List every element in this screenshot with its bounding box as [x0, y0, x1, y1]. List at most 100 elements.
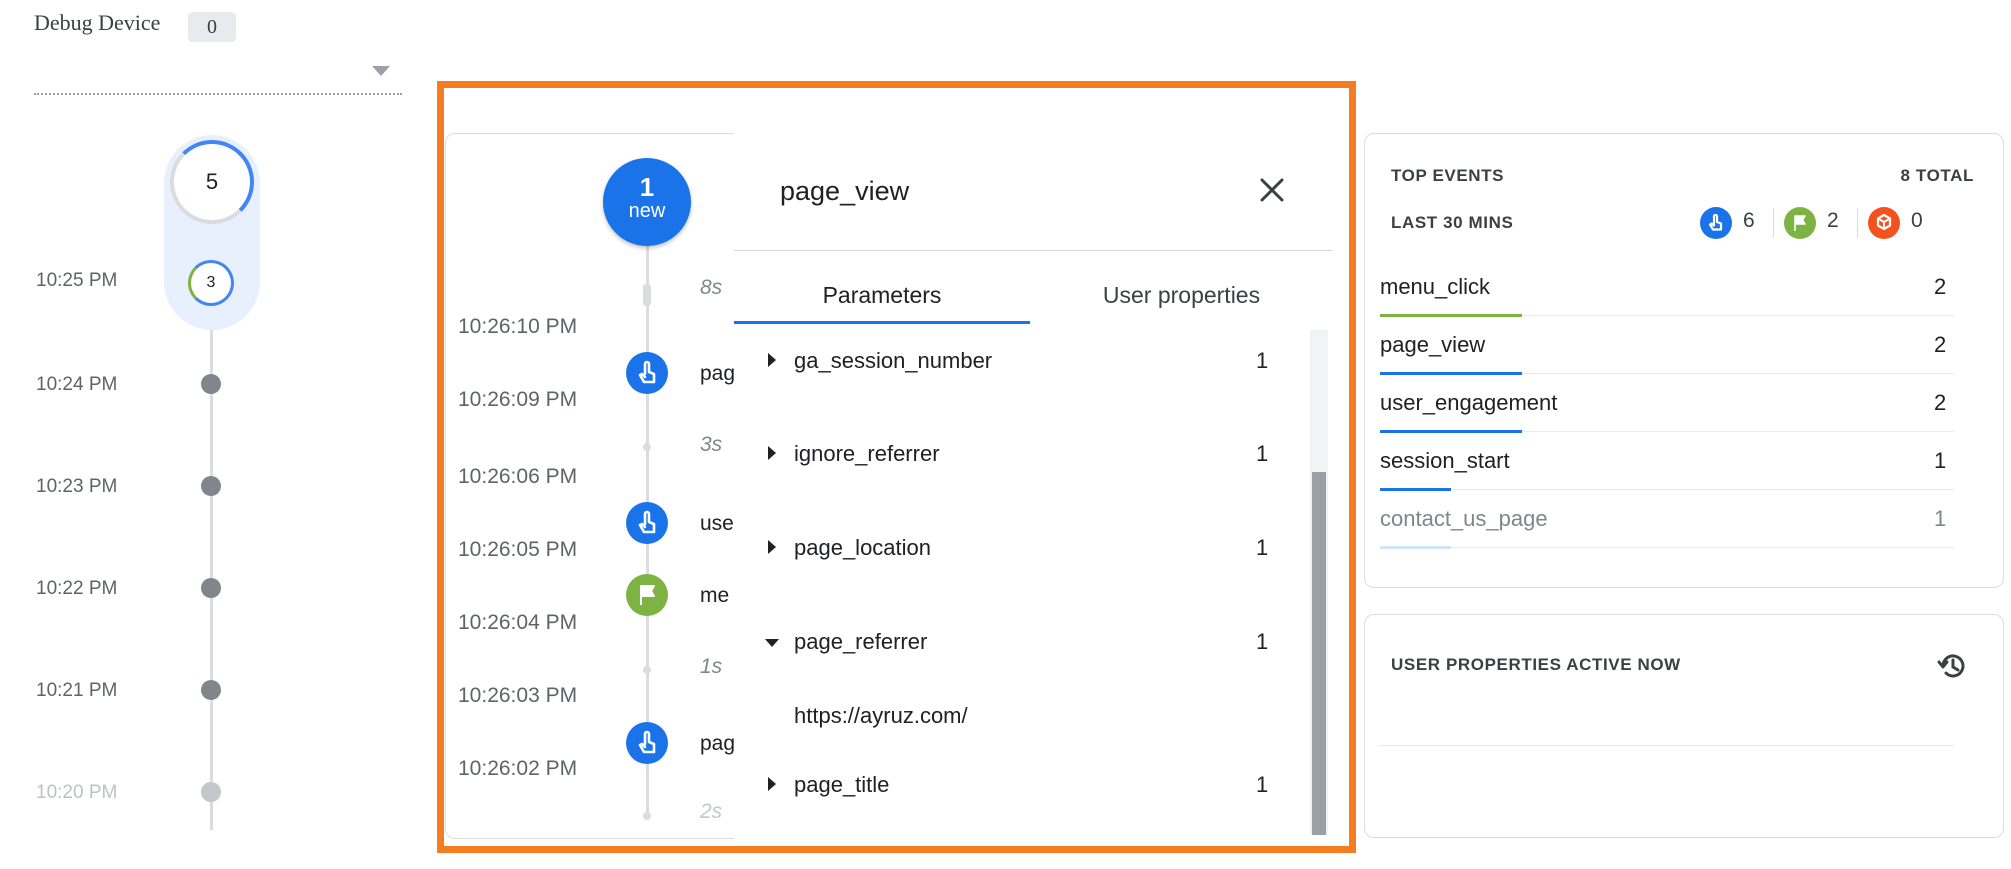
parameters-scrollbar-thumb[interactable]	[1312, 472, 1326, 835]
top-event-share-bar	[1380, 314, 1522, 317]
timeline-event-label[interactable]: pag	[700, 362, 735, 386]
flag-icon[interactable]	[626, 574, 668, 616]
debug-device-label: Debug Device	[34, 10, 161, 35]
minute-dot[interactable]	[201, 782, 221, 802]
expand-arrow-icon[interactable]	[768, 353, 776, 367]
event-detail-title: page_view	[780, 176, 910, 206]
history-icon[interactable]	[1935, 648, 1971, 684]
minutes-event-counter[interactable]: 5	[170, 140, 254, 224]
top-event-name[interactable]: page_view	[1380, 332, 1485, 358]
minute-label: 10:20 PM	[36, 782, 118, 803]
top-events-total: 8 TOTAL	[1900, 166, 1974, 185]
expand-arrow-icon[interactable]	[768, 446, 776, 460]
user-properties-divider	[1378, 745, 1954, 746]
parameter-count: 1	[1256, 535, 1269, 560]
parameter-count: 1	[1256, 348, 1269, 373]
collapse-arrow-icon[interactable]	[765, 639, 779, 647]
close-icon[interactable]	[1254, 172, 1290, 208]
second-label: 10:26:05 PM	[458, 538, 578, 561]
top-event-count: 2	[1934, 274, 1947, 299]
top-event-row-divider	[1451, 547, 1954, 548]
new-events-count: 1	[639, 172, 655, 202]
parameter-name[interactable]: ga_session_number	[794, 348, 992, 374]
flag-icon	[1784, 207, 1816, 239]
minute-dot[interactable]	[201, 578, 221, 598]
new-events-label: new	[628, 200, 666, 222]
detail-header-divider	[734, 250, 1333, 251]
top-event-share-bar	[1380, 430, 1522, 433]
second-label: 10:26:06 PM	[458, 465, 578, 488]
top-event-row-divider	[1451, 489, 1954, 490]
tab-user-properties[interactable]: User properties	[1030, 282, 1333, 324]
top-event-count: 1	[1934, 448, 1947, 473]
legend-count: 0	[1911, 209, 1923, 232]
legend-count: 6	[1743, 209, 1755, 232]
second-label: 10:26:03 PM	[458, 684, 578, 707]
parameter-name[interactable]: page_referrer	[794, 629, 927, 655]
touch-icon[interactable]	[626, 722, 668, 764]
parameter-count: 1	[1256, 772, 1269, 797]
touch-icon[interactable]	[626, 502, 668, 544]
top-event-name[interactable]: user_engagement	[1380, 390, 1557, 416]
debug-device-select-underline[interactable]	[34, 93, 402, 95]
parameter-name[interactable]: page_location	[794, 535, 931, 561]
time-gap-marker	[643, 443, 651, 451]
time-gap-label: 3s	[700, 433, 723, 456]
time-gap-marker	[643, 666, 651, 674]
minute-dot[interactable]	[201, 680, 221, 700]
minute-dot[interactable]	[201, 476, 221, 496]
timeline-event-label[interactable]: me	[700, 584, 729, 608]
expand-arrow-icon[interactable]	[768, 540, 776, 554]
debug-device-count-badge: 0	[188, 12, 236, 42]
minute-dot[interactable]	[201, 374, 221, 394]
top-event-count: 2	[1934, 390, 1947, 415]
time-gap-label: 1s	[700, 655, 723, 678]
top-event-name[interactable]: session_start	[1380, 448, 1510, 474]
top-event-count: 1	[1934, 506, 1947, 531]
top-event-name[interactable]: contact_us_page	[1380, 506, 1548, 532]
top-event-row-divider	[1522, 373, 1954, 374]
time-gap-label: 8s	[700, 276, 723, 299]
parameter-count: 1	[1256, 629, 1269, 654]
minute-bubble-current[interactable]: 3	[188, 260, 234, 306]
parameter-value: https://ayruz.com/	[794, 703, 968, 728]
second-label: 10:26:04 PM	[458, 611, 578, 634]
time-gap-label: 2s	[700, 800, 723, 823]
user-properties-heading: USER PROPERTIES ACTIVE NOW	[1391, 655, 1681, 674]
top-events-period: LAST 30 MINS	[1391, 213, 1514, 232]
minute-label: 10:23 PM	[36, 476, 118, 497]
legend-count: 2	[1827, 209, 1839, 232]
event-detail-panel	[734, 133, 1333, 839]
minute-label: 10:21 PM	[36, 680, 118, 701]
dropdown-arrow-icon[interactable]	[372, 66, 390, 76]
timeline-event-label[interactable]: use	[700, 512, 734, 536]
timeline-event-label[interactable]: pag	[700, 732, 735, 756]
legend-separator	[1773, 208, 1774, 238]
time-gap-marker	[643, 812, 651, 820]
parameter-count: 1	[1256, 441, 1269, 466]
top-events-heading: TOP EVENTS	[1391, 166, 1505, 185]
minute-label: 10:25 PM	[36, 270, 118, 291]
top-event-count: 2	[1934, 332, 1947, 357]
touch-icon	[1700, 207, 1732, 239]
top-event-share-bar	[1380, 546, 1451, 549]
second-label: 10:26:09 PM	[458, 388, 578, 411]
user-properties-card	[1364, 614, 2004, 838]
tab-parameters[interactable]: Parameters	[734, 282, 1030, 324]
time-gap-marker	[643, 284, 651, 306]
top-event-share-bar	[1380, 372, 1522, 375]
expand-arrow-icon[interactable]	[768, 777, 776, 791]
parameter-name[interactable]: ignore_referrer	[794, 441, 940, 467]
top-event-name[interactable]: menu_click	[1380, 274, 1490, 300]
second-label: 10:26:02 PM	[458, 757, 578, 780]
new-events-badge[interactable]: 1 new	[603, 158, 691, 246]
minute-label: 10:24 PM	[36, 374, 118, 395]
second-label: 10:26:10 PM	[458, 315, 578, 338]
minute-label: 10:22 PM	[36, 578, 118, 599]
legend-separator	[1857, 208, 1858, 238]
parameter-name[interactable]: page_title	[794, 772, 889, 798]
touch-icon[interactable]	[626, 352, 668, 394]
top-event-share-bar	[1380, 488, 1451, 491]
top-event-row-divider	[1522, 315, 1954, 316]
top-event-row-divider	[1522, 431, 1954, 432]
